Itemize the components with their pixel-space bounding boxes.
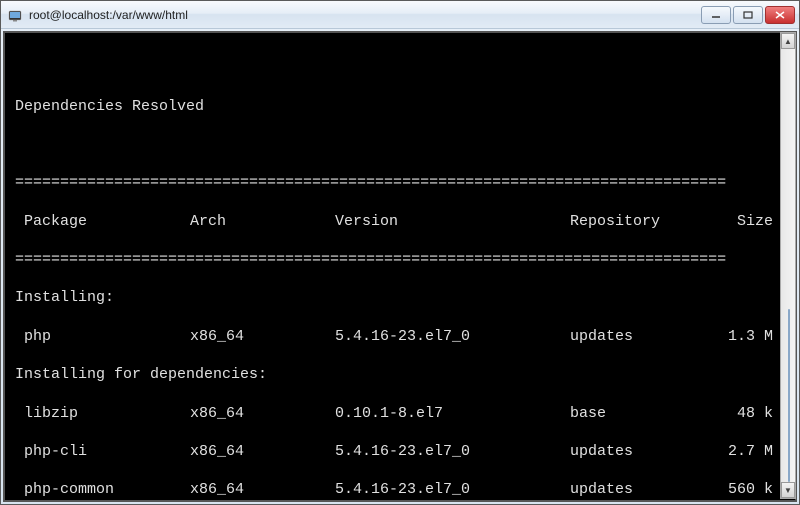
titlebar[interactable]: root@localhost:/var/www/html bbox=[1, 1, 799, 29]
col-package: Package bbox=[15, 212, 190, 231]
section-label: Installing: bbox=[15, 288, 785, 307]
maximize-button[interactable] bbox=[733, 6, 763, 24]
col-version: Version bbox=[335, 212, 570, 231]
col-arch: Arch bbox=[190, 212, 335, 231]
text-line: Dependencies Resolved bbox=[15, 97, 785, 116]
section-label: Installing for dependencies: bbox=[15, 365, 785, 384]
terminal-output[interactable]: Dependencies Resolved ==================… bbox=[3, 31, 797, 502]
app-icon bbox=[7, 7, 23, 23]
window-controls bbox=[701, 6, 795, 24]
table-row: phpx86_645.4.16-23.el7_0updates1.3 M bbox=[15, 327, 785, 346]
text-line bbox=[15, 58, 785, 77]
vertical-scrollbar[interactable]: ▲ ▼ bbox=[780, 32, 796, 499]
table-row: php-clix86_645.4.16-23.el7_0updates2.7 M bbox=[15, 442, 785, 461]
text-line bbox=[15, 135, 785, 154]
close-button[interactable] bbox=[765, 6, 795, 24]
table-header: PackageArchVersionRepositorySize bbox=[15, 212, 785, 231]
col-size: Size bbox=[710, 212, 773, 231]
table-row: libzipx86_640.10.1-8.el7base48 k bbox=[15, 404, 785, 423]
ssh-terminal-window: root@localhost:/var/www/html Dependencie… bbox=[0, 0, 800, 505]
window-title: root@localhost:/var/www/html bbox=[29, 8, 701, 22]
table-row: php-commonx86_645.4.16-23.el7_0updates56… bbox=[15, 480, 785, 499]
separator-line: ========================================… bbox=[15, 173, 785, 192]
scroll-thumb[interactable] bbox=[788, 309, 790, 482]
scroll-down-button[interactable]: ▼ bbox=[781, 482, 795, 498]
scroll-up-button[interactable]: ▲ bbox=[781, 33, 795, 49]
minimize-button[interactable] bbox=[701, 6, 731, 24]
col-repo: Repository bbox=[570, 212, 710, 231]
separator-line: ========================================… bbox=[15, 250, 785, 269]
